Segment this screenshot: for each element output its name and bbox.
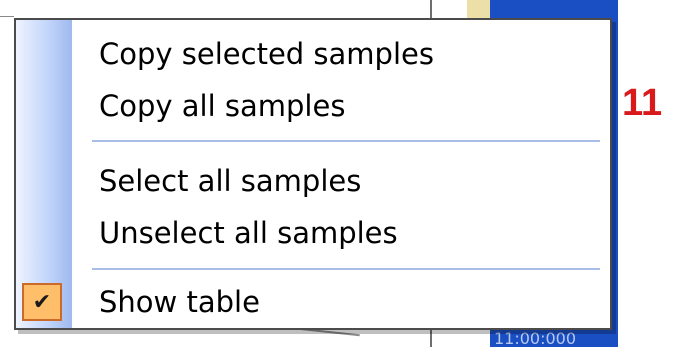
annotation-number: 11 <box>622 82 663 124</box>
menu-item-label: Unselect all samples <box>99 216 398 250</box>
menu-item-label: Copy all samples <box>99 89 346 123</box>
menu-item-unselect-all-samples[interactable]: Unselect all samples <box>16 203 610 263</box>
background-gridline <box>430 0 432 18</box>
menu-item-label: Select all samples <box>99 164 362 198</box>
background-gridline <box>0 16 14 17</box>
menu-item-select-all-samples[interactable]: Select all samples <box>16 151 610 211</box>
menu-item-label: Show table <box>99 285 260 319</box>
menu-item-show-table[interactable]: ✔ Show table <box>16 272 610 332</box>
checkmark-icon: ✔ <box>22 283 62 321</box>
context-menu: Copy selected samples Copy all samples S… <box>14 18 612 330</box>
menu-item-label: Copy selected samples <box>99 37 434 71</box>
background-gridline <box>430 330 432 347</box>
screen: 11:00:000 Copy selected samples Copy all… <box>0 0 675 347</box>
menu-separator <box>92 140 600 142</box>
menu-item-copy-selected-samples[interactable]: Copy selected samples <box>16 24 610 84</box>
menu-item-copy-all-samples[interactable]: Copy all samples <box>16 76 610 136</box>
menu-separator <box>92 268 600 270</box>
